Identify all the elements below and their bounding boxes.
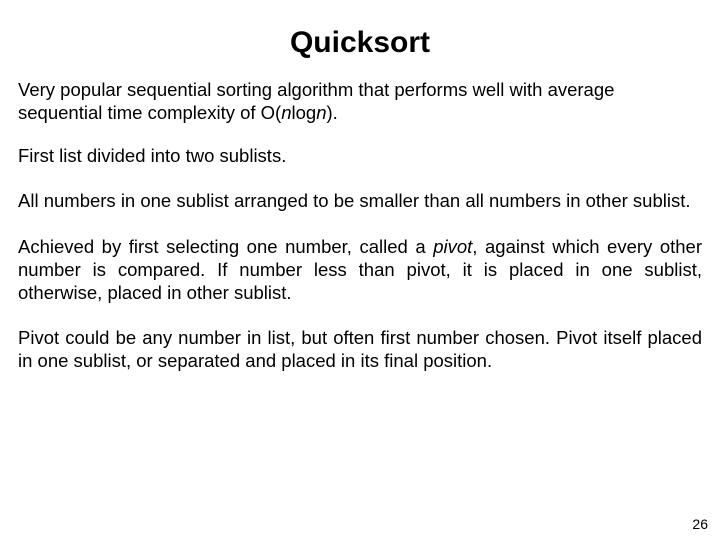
page-number: 26 <box>692 516 708 532</box>
text-run: Achieved by first selecting one number, … <box>18 236 433 257</box>
text-run: log <box>292 102 317 123</box>
text-run: ). <box>327 102 338 123</box>
variable-n: n <box>281 102 291 123</box>
term-pivot: pivot <box>433 236 472 257</box>
paragraph-pivot-choice: Pivot could be any number in list, but o… <box>18 326 702 372</box>
variable-n: n <box>316 102 326 123</box>
paragraph-intro: Very popular sequential sorting algorith… <box>18 78 702 124</box>
paragraph-arrangement: All numbers in one sublist arranged to b… <box>18 189 702 212</box>
paragraph-sublists: First list divided into two sublists. <box>18 144 702 167</box>
paragraph-pivot: Achieved by first selecting one number, … <box>18 235 702 304</box>
page-title: Quicksort <box>18 26 702 60</box>
